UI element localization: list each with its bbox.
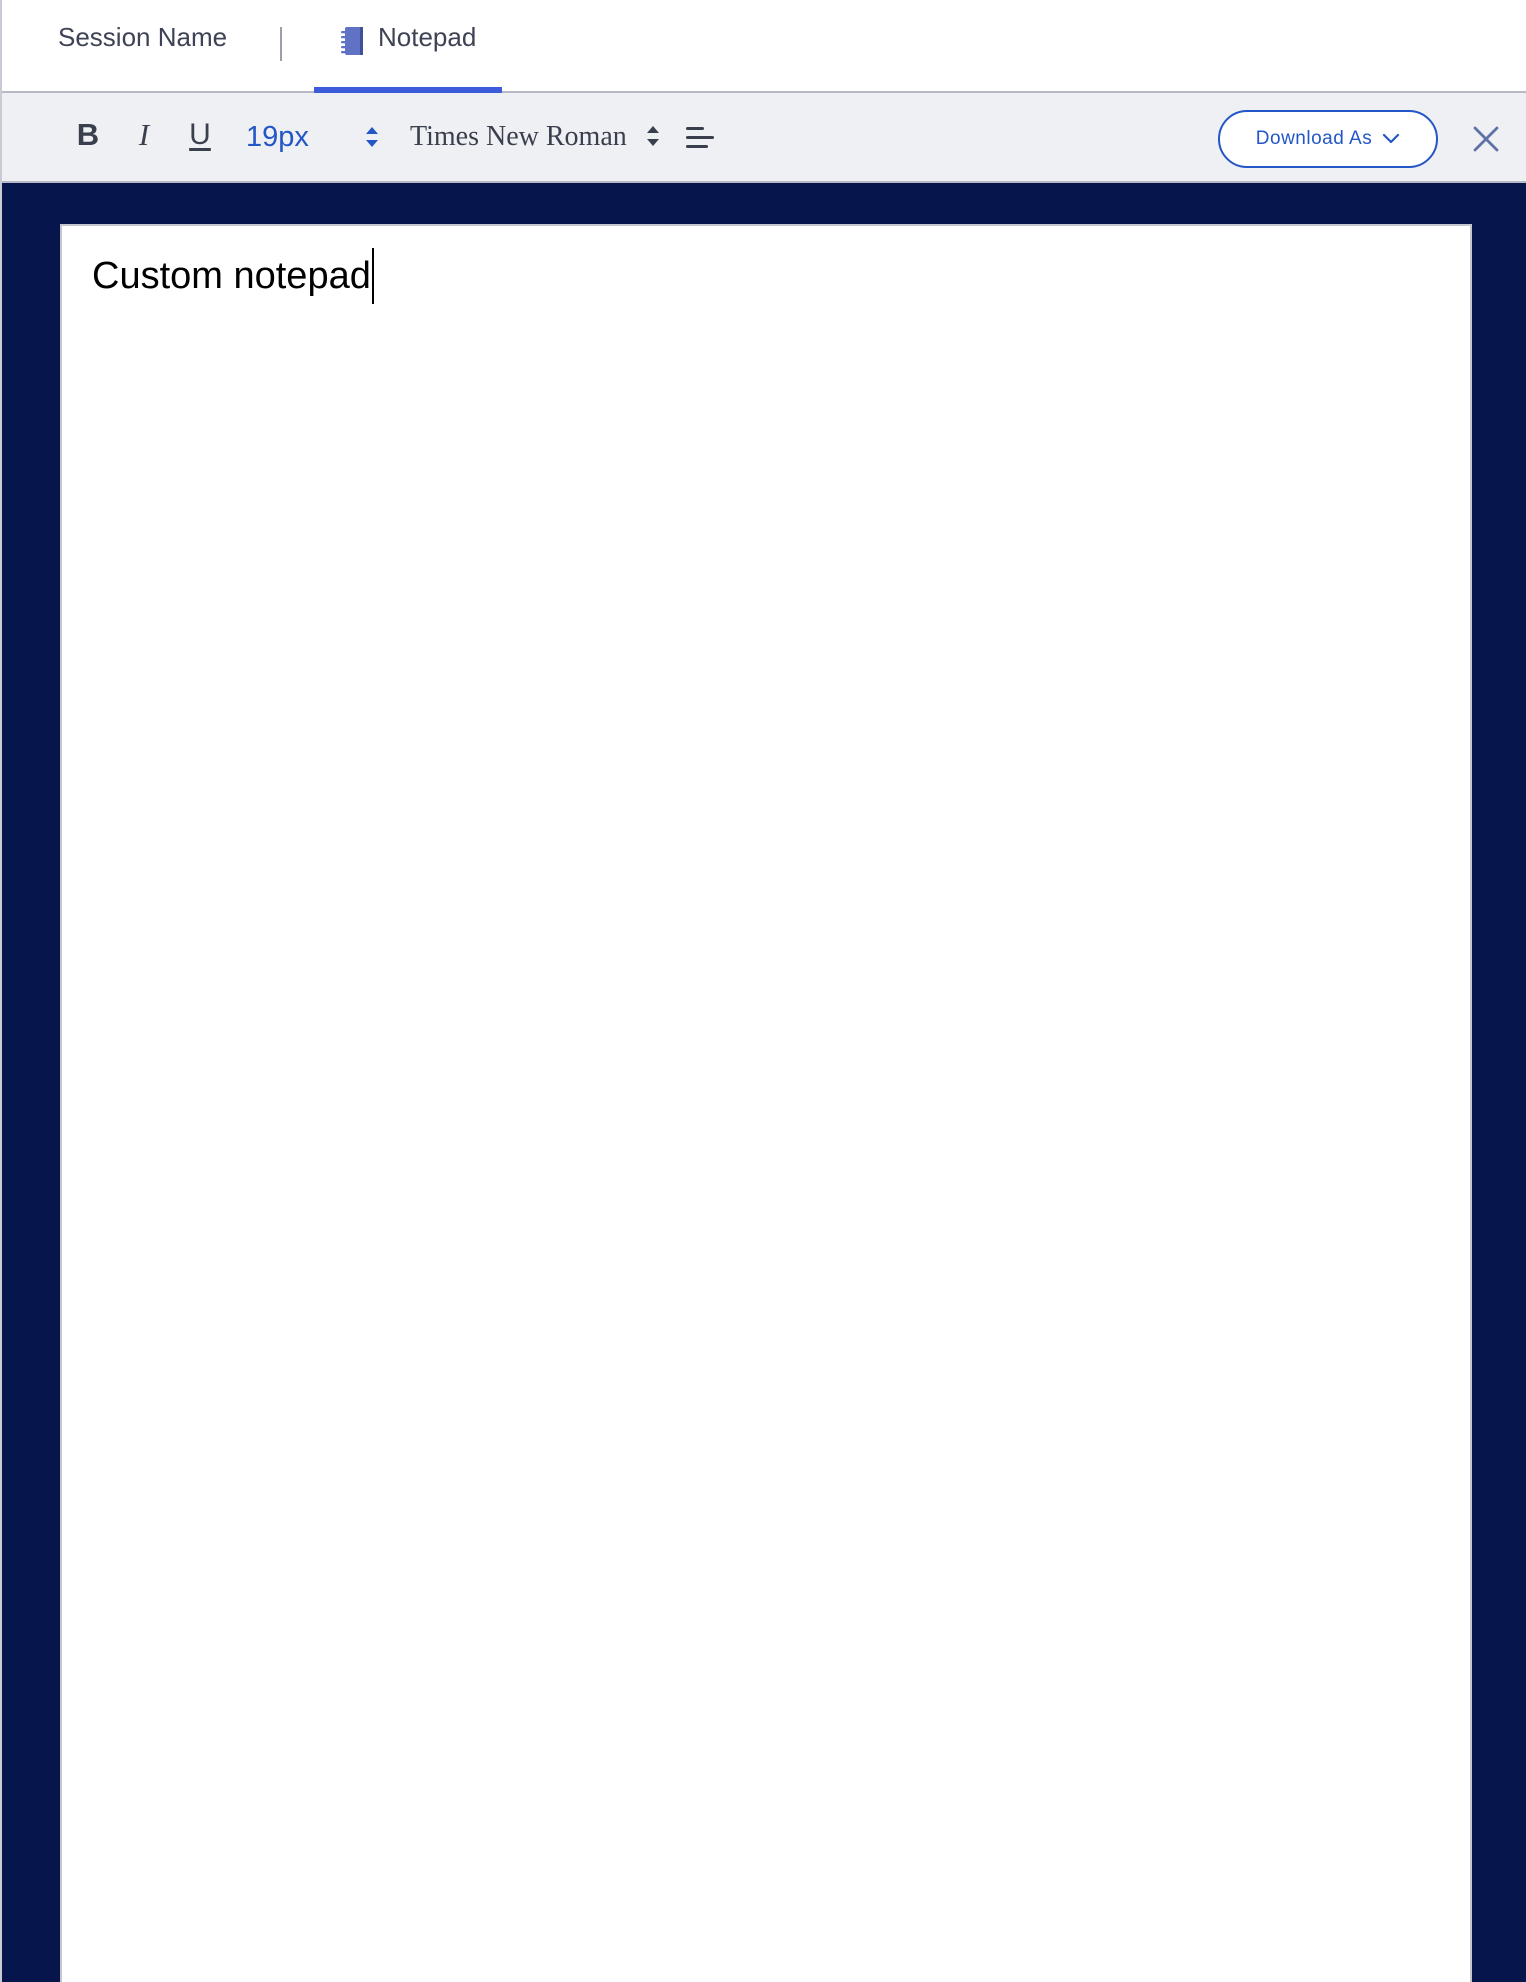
download-as-label: Download As xyxy=(1255,128,1373,149)
tab-bar: Session Name Notepad xyxy=(2,0,1526,95)
up-down-arrows-icon xyxy=(647,126,659,146)
notepad-page[interactable]: Custom notepad xyxy=(60,224,1472,1982)
notepad-content[interactable]: Custom notepad xyxy=(92,248,374,304)
close-icon[interactable] xyxy=(1472,125,1500,153)
chevron-down-icon xyxy=(1383,133,1400,144)
tab-divider xyxy=(280,27,282,61)
tab-notepad-label: Notepad xyxy=(378,22,477,52)
font-size-select[interactable]: 19px xyxy=(238,115,388,159)
font-family-select[interactable]: Times New Roman xyxy=(400,113,670,159)
tab-notepad[interactable]: Notepad xyxy=(314,0,502,95)
italic-button[interactable]: I xyxy=(124,115,164,155)
text-caret xyxy=(371,248,374,304)
align-left-icon[interactable] xyxy=(684,124,716,152)
up-down-arrows-icon xyxy=(366,127,378,147)
notepad-text: Custom notepad xyxy=(92,254,371,297)
font-family-value: Times New Roman xyxy=(410,121,627,152)
font-size-value: 19px xyxy=(246,121,309,153)
bold-button[interactable]: B xyxy=(68,115,108,155)
tab-session-name[interactable]: Session Name xyxy=(58,22,227,53)
underline-button[interactable]: U xyxy=(180,115,220,155)
notepad-app: Session Name Notepad B I U 19px Times Ne… xyxy=(0,0,1526,1982)
download-as-button[interactable]: Download As xyxy=(1218,110,1438,168)
notebook-icon xyxy=(341,27,363,55)
